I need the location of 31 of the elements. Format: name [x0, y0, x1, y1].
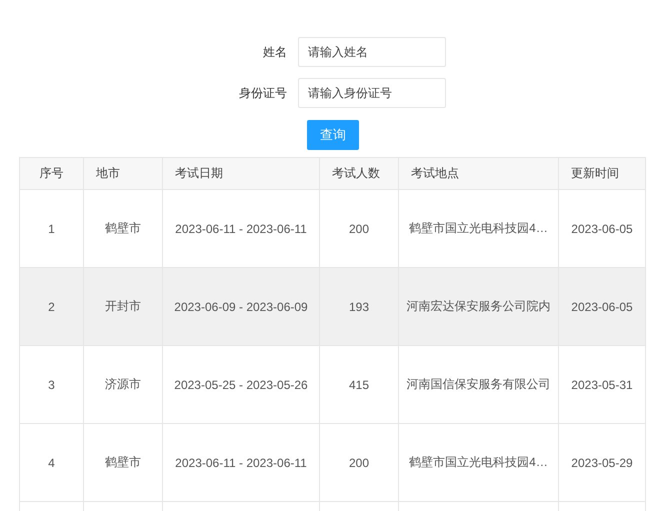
field-label: 身份证号 — [238, 84, 287, 102]
table-cell: 开封市 — [84, 268, 163, 346]
table-row[interactable]: 3 济源市 2023-05-25 - 2023-05-26 415 河南国信保安服务有限公司 2023-05-31 — [20, 346, 645, 424]
field-label: 姓名 — [262, 44, 287, 60]
table-row[interactable]: 2 开封市 2023-06-09 - 2023-06-09 193 河南宏达保安服务公司院内 2023-06-05 — [20, 268, 645, 346]
table-cell: 2023-06-05 — [559, 268, 645, 346]
column-header: 考试地点 — [399, 158, 559, 190]
table-cell: 2023-06-11 - 2023-06-11 — [163, 424, 320, 502]
table-row[interactable]: 4 鹤壁市 2023-06-11 - 2023-06-11 200 鹤壁市国立光电科技园4… 2023-05-29 — [20, 424, 645, 502]
table-cell: 3 — [20, 346, 84, 424]
table-cell: 济源市 — [84, 346, 163, 424]
table-cell: 鹤壁市国立光电科技园4… — [399, 424, 559, 502]
table-cell: 2023-05-29 — [559, 424, 645, 502]
input-field[interactable]: 请输入身份证号 — [298, 78, 446, 108]
column-header: 考试日期 — [163, 158, 320, 190]
table-cell: 2 — [20, 268, 84, 346]
input-field[interactable]: 请输入姓名 — [298, 37, 446, 67]
table-cell: 193 — [320, 268, 399, 346]
column-header: 考试人数 — [320, 158, 399, 190]
table-cell: 415 — [320, 346, 399, 424]
table-cell: 河南国信保安服务有限公司 — [399, 346, 559, 424]
table-cell: 河南宏达保安服务公司院内 — [399, 268, 559, 346]
table-cell: 2023-06-09 - 2023-06-09 — [163, 268, 320, 346]
column-header: 更新时间 — [559, 158, 645, 190]
column-header: 序号 — [20, 158, 84, 190]
table-cell: 2023-05-25 - 2023-05-26 — [163, 346, 320, 424]
table-cell: 200 — [320, 424, 399, 502]
table-cell: 4 — [20, 424, 84, 502]
table-cell: 鹤壁市 — [84, 424, 163, 502]
column-header: 地市 — [84, 158, 163, 190]
table-cell: 2023-05-31 — [559, 346, 645, 424]
